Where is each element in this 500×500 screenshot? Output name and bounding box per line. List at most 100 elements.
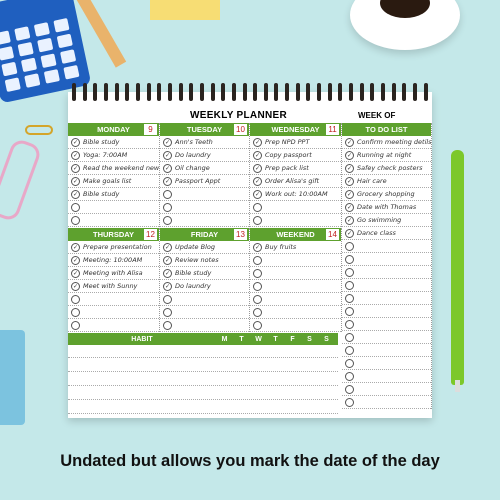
task-row[interactable]: ✓ Meeting with Alisa	[68, 267, 159, 280]
checked-circle-icon[interactable]: ✓	[71, 150, 80, 160]
task-row[interactable]	[68, 201, 159, 214]
empty-circle-icon[interactable]	[345, 254, 354, 264]
empty-circle-icon[interactable]	[345, 293, 354, 303]
empty-circle-icon[interactable]	[163, 202, 172, 212]
task-row[interactable]	[160, 188, 249, 201]
task-row[interactable]	[68, 214, 159, 227]
checked-circle-icon[interactable]: ✓	[71, 189, 80, 199]
task-row[interactable]	[250, 254, 341, 267]
empty-circle-icon[interactable]	[345, 241, 354, 251]
task-row[interactable]: ✓ Review notes	[160, 254, 249, 267]
task-row[interactable]	[160, 319, 249, 332]
checked-circle-icon[interactable]: ✓	[345, 215, 354, 225]
task-row[interactable]: ✓ Meeting: 10:00AM	[68, 254, 159, 267]
task-row[interactable]: ✓ Bible study	[160, 267, 249, 280]
task-row[interactable]: ✓ Yoga: 7:00AM	[68, 149, 159, 162]
checked-circle-icon[interactable]: ✓	[163, 150, 172, 160]
task-row[interactable]: ✓ Oil change	[160, 162, 249, 175]
task-row[interactable]	[342, 396, 431, 409]
task-row[interactable]	[68, 306, 159, 319]
task-row[interactable]	[342, 331, 431, 344]
empty-circle-icon[interactable]	[253, 294, 262, 304]
empty-circle-icon[interactable]	[253, 255, 262, 265]
task-row[interactable]: ✓ Ann's Teeth	[160, 136, 249, 149]
empty-circle-icon[interactable]	[163, 189, 172, 199]
habit-row[interactable]	[68, 345, 338, 358]
checked-circle-icon[interactable]: ✓	[163, 137, 172, 147]
task-row[interactable]	[250, 201, 341, 214]
checked-circle-icon[interactable]: ✓	[345, 163, 354, 173]
task-row[interactable]: ✓ Bible study	[68, 136, 159, 149]
checked-circle-icon[interactable]: ✓	[253, 137, 262, 147]
task-row[interactable]	[68, 293, 159, 306]
empty-circle-icon[interactable]	[253, 281, 262, 291]
task-row[interactable]: ✓ Copy passport	[250, 149, 341, 162]
task-row[interactable]: ✓ Confirm meeting detils	[342, 136, 431, 149]
checked-circle-icon[interactable]: ✓	[71, 176, 80, 186]
empty-circle-icon[interactable]	[163, 307, 172, 317]
checked-circle-icon[interactable]: ✓	[253, 242, 262, 252]
task-row[interactable]	[342, 253, 431, 266]
task-row[interactable]: ✓ Passport Appt	[160, 175, 249, 188]
checked-circle-icon[interactable]: ✓	[71, 242, 80, 252]
checked-circle-icon[interactable]: ✓	[71, 137, 80, 147]
task-row[interactable]	[250, 280, 341, 293]
empty-circle-icon[interactable]	[163, 294, 172, 304]
task-row[interactable]	[342, 292, 431, 305]
checked-circle-icon[interactable]: ✓	[71, 255, 80, 265]
habit-row[interactable]	[68, 401, 338, 414]
task-row[interactable]: ✓ Go swimming	[342, 214, 431, 227]
empty-circle-icon[interactable]	[253, 268, 262, 278]
empty-circle-icon[interactable]	[345, 358, 354, 368]
task-row[interactable]	[160, 293, 249, 306]
checked-circle-icon[interactable]: ✓	[345, 176, 354, 186]
task-row[interactable]	[250, 306, 341, 319]
empty-circle-icon[interactable]	[71, 294, 80, 304]
empty-circle-icon[interactable]	[345, 397, 354, 407]
task-row[interactable]	[342, 383, 431, 396]
empty-circle-icon[interactable]	[345, 319, 354, 329]
task-row[interactable]	[160, 214, 249, 227]
task-row[interactable]: ✓ Prep NPD PPT	[250, 136, 341, 149]
task-row[interactable]	[68, 319, 159, 332]
task-row[interactable]: ✓ Do laundry	[160, 280, 249, 293]
checked-circle-icon[interactable]: ✓	[163, 281, 172, 291]
checked-circle-icon[interactable]: ✓	[345, 137, 354, 147]
task-row[interactable]: ✓ Hair care	[342, 175, 431, 188]
task-row[interactable]	[342, 240, 431, 253]
checked-circle-icon[interactable]: ✓	[253, 163, 262, 173]
checked-circle-icon[interactable]: ✓	[163, 268, 172, 278]
empty-circle-icon[interactable]	[345, 384, 354, 394]
task-row[interactable]: ✓ Read the weekend news	[68, 162, 159, 175]
task-row[interactable]	[342, 370, 431, 383]
habit-row[interactable]	[68, 359, 338, 372]
checked-circle-icon[interactable]: ✓	[71, 163, 80, 173]
checked-circle-icon[interactable]: ✓	[253, 189, 262, 199]
task-row[interactable]	[342, 305, 431, 318]
empty-circle-icon[interactable]	[345, 306, 354, 316]
task-row[interactable]: ✓ Running at night	[342, 149, 431, 162]
task-row[interactable]	[342, 318, 431, 331]
task-row[interactable]: ✓ Safey check posters	[342, 162, 431, 175]
empty-circle-icon[interactable]	[253, 320, 262, 330]
task-row[interactable]: ✓ Update Blog	[160, 241, 249, 254]
checked-circle-icon[interactable]: ✓	[345, 189, 354, 199]
empty-circle-icon[interactable]	[71, 307, 80, 317]
task-row[interactable]: ✓ Buy fruits	[250, 241, 341, 254]
task-row[interactable]	[250, 267, 341, 280]
checked-circle-icon[interactable]: ✓	[345, 202, 354, 212]
task-row[interactable]: ✓ Meet with Sunny	[68, 280, 159, 293]
checked-circle-icon[interactable]: ✓	[163, 255, 172, 265]
empty-circle-icon[interactable]	[345, 345, 354, 355]
task-row[interactable]: ✓ Dance class	[342, 227, 431, 240]
task-row[interactable]	[342, 357, 431, 370]
task-row[interactable]: ✓ Prepare presentation	[68, 241, 159, 254]
checked-circle-icon[interactable]: ✓	[71, 268, 80, 278]
empty-circle-icon[interactable]	[71, 320, 80, 330]
task-row[interactable]: ✓ Bible study	[68, 188, 159, 201]
task-row[interactable]	[160, 201, 249, 214]
task-row[interactable]	[342, 344, 431, 357]
task-row[interactable]: ✓ Date with Thomas	[342, 201, 431, 214]
checked-circle-icon[interactable]: ✓	[163, 176, 172, 186]
checked-circle-icon[interactable]: ✓	[345, 150, 354, 160]
